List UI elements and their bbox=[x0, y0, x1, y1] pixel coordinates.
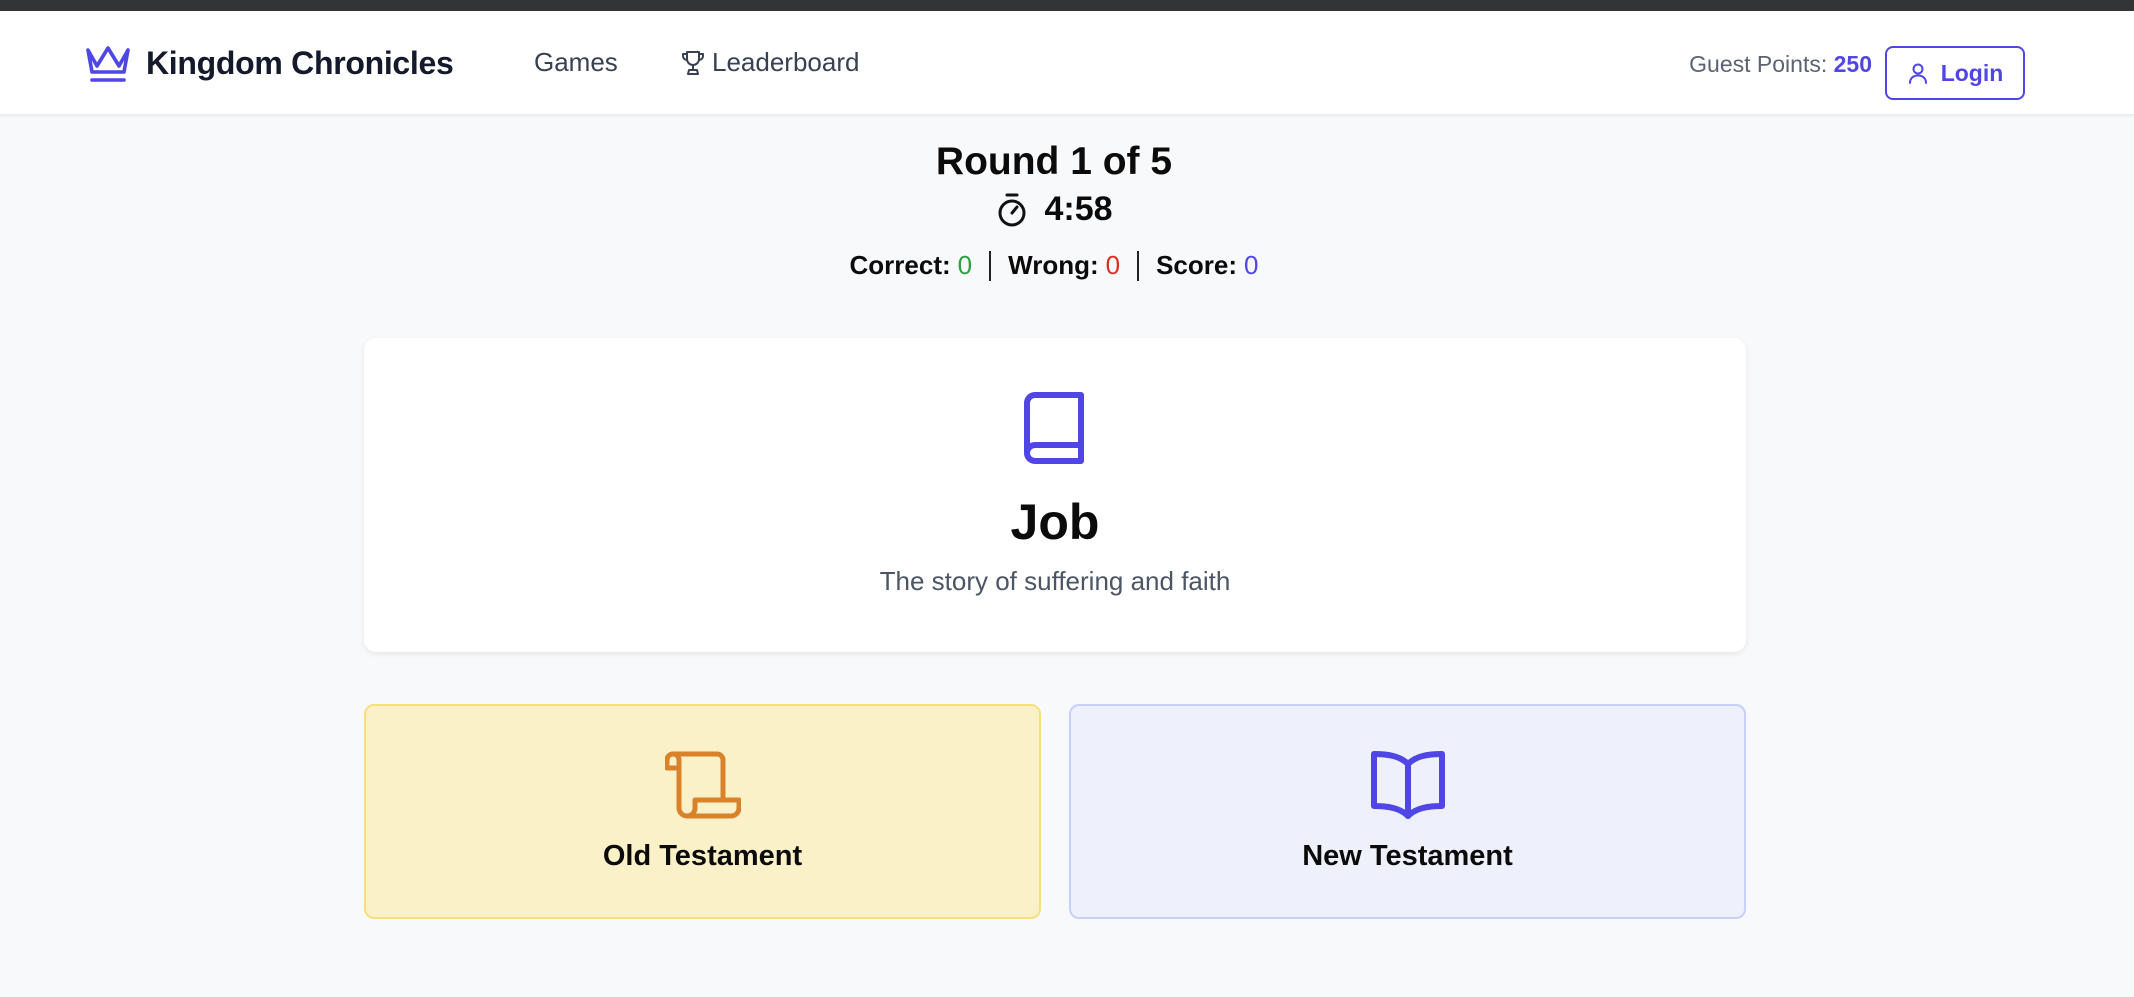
scroll-icon bbox=[664, 751, 741, 819]
brand-link[interactable]: Kingdom Chronicles bbox=[83, 42, 454, 84]
score-stats: Correct: 0 Wrong: 0 Score: 0 bbox=[0, 250, 2108, 281]
nav-games-link[interactable]: Games bbox=[534, 47, 618, 78]
user-icon bbox=[1908, 63, 1927, 84]
book-icon bbox=[1024, 392, 1084, 464]
book-title: Job bbox=[1010, 494, 1100, 550]
round-indicator: Round 1 of 5 bbox=[935, 140, 1173, 183]
stopwatch-icon bbox=[998, 193, 1026, 226]
login-label: Login bbox=[1940, 59, 2004, 86]
old-testament-label: Old Testament bbox=[602, 840, 803, 872]
new-testament-button[interactable]: New Testament bbox=[1069, 704, 1746, 919]
wrong-label: Wrong: bbox=[1008, 250, 1099, 280]
score-label: Score: bbox=[1156, 250, 1238, 280]
guest-points-label: Guest Points: bbox=[1689, 51, 1828, 77]
correct-label: Correct: bbox=[849, 250, 951, 280]
guest-points-value: 250 bbox=[1833, 51, 1872, 77]
wrong-count: 0 bbox=[1105, 250, 1121, 280]
book-card: Job The story of suffering and faith bbox=[364, 338, 1746, 652]
brand-name: Kingdom Chronicles bbox=[146, 44, 454, 81]
stats-divider bbox=[989, 250, 992, 281]
stats-divider bbox=[1137, 250, 1140, 281]
crown-icon bbox=[86, 46, 130, 82]
score-value: 0 bbox=[1244, 250, 1259, 280]
nav-leaderboard-label: Leaderboard bbox=[712, 47, 860, 77]
open-book-icon bbox=[1370, 751, 1445, 819]
guest-points: Guest Points: 250 bbox=[1689, 51, 1872, 78]
timer: 4:58 bbox=[0, 190, 2108, 229]
timer-value: 4:58 bbox=[1044, 190, 1113, 228]
old-testament-button[interactable]: Old Testament bbox=[364, 704, 1041, 919]
book-description: The story of suffering and faith bbox=[879, 566, 1231, 596]
nav-leaderboard-link[interactable]: Leaderboard bbox=[680, 47, 859, 78]
correct-count: 0 bbox=[957, 250, 973, 280]
login-button[interactable]: Login bbox=[1885, 46, 2025, 100]
trophy-icon bbox=[682, 50, 704, 75]
navbar: Kingdom Chronicles Games Leaderboard Gue… bbox=[0, 11, 2134, 115]
nav-games-label: Games bbox=[534, 47, 618, 77]
window-top-strip bbox=[0, 0, 2134, 11]
new-testament-label: New Testament bbox=[1302, 840, 1513, 872]
